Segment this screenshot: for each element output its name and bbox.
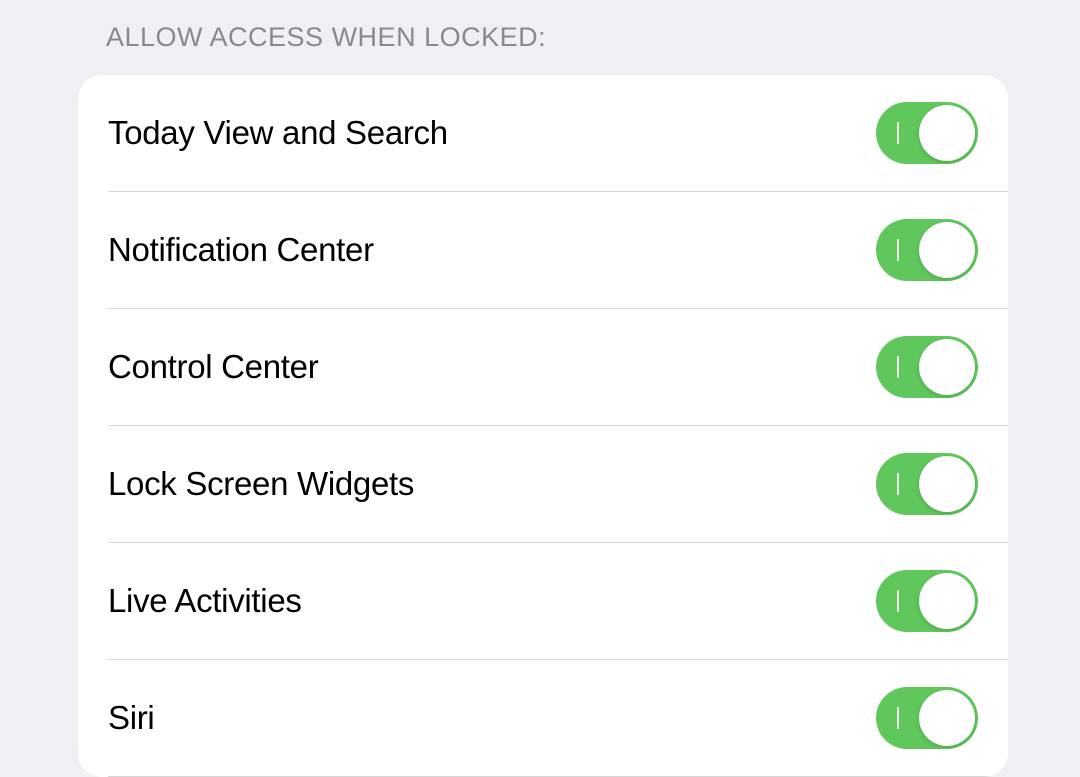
toggle-thumb [919,222,975,278]
toggle-live-activities[interactable] [876,570,978,632]
toggle-lock-screen-widgets[interactable] [876,453,978,515]
row-label: Today View and Search [108,114,448,152]
toggle-thumb [919,456,975,512]
settings-group: Today View and Search Notification Cente… [78,75,1008,777]
row-lock-screen-widgets: Lock Screen Widgets [78,426,1008,542]
row-today-view-and-search: Today View and Search [78,75,1008,191]
row-notification-center: Notification Center [78,192,1008,308]
toggle-thumb [919,105,975,161]
toggle-notification-center[interactable] [876,219,978,281]
toggle-siri[interactable] [876,687,978,749]
toggle-on-indicator-icon [897,122,899,144]
toggle-on-indicator-icon [897,239,899,261]
toggle-on-indicator-icon [897,590,899,612]
row-label: Live Activities [108,582,302,620]
row-label: Siri [108,699,154,737]
section-header: ALLOW ACCESS WHEN LOCKED: [0,22,1080,75]
toggle-control-center[interactable] [876,336,978,398]
toggle-on-indicator-icon [897,707,899,729]
row-siri: Siri [78,660,1008,776]
toggle-today-view-and-search[interactable] [876,102,978,164]
row-live-activities: Live Activities [78,543,1008,659]
row-label: Notification Center [108,231,374,269]
toggle-on-indicator-icon [897,473,899,495]
settings-container: ALLOW ACCESS WHEN LOCKED: Today View and… [0,22,1080,777]
toggle-on-indicator-icon [897,356,899,378]
row-label: Lock Screen Widgets [108,465,414,503]
toggle-thumb [919,573,975,629]
row-label: Control Center [108,348,318,386]
row-control-center: Control Center [78,309,1008,425]
toggle-thumb [919,339,975,395]
